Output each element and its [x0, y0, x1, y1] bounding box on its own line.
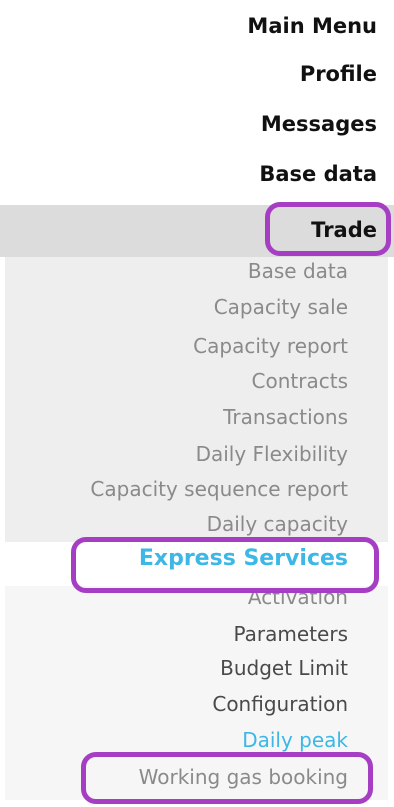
- submenu-item-budget-limit[interactable]: Budget Limit: [220, 656, 348, 680]
- menu-item-trade[interactable]: Trade: [311, 218, 377, 242]
- navigation-menu: Main Menu Profile Messages Base data Tra…: [0, 0, 394, 807]
- submenu-item-working-gas-booking[interactable]: Working gas booking: [139, 765, 348, 789]
- submenu-item-capacity-report[interactable]: Capacity report: [193, 334, 348, 358]
- submenu-item-capacity-sale[interactable]: Capacity sale: [214, 295, 348, 319]
- submenu-item-daily-peak[interactable]: Daily peak: [242, 728, 348, 752]
- submenu-item-base-data[interactable]: Base data: [248, 259, 348, 283]
- menu-item-base-data[interactable]: Base data: [259, 162, 377, 186]
- submenu-item-daily-flexibility[interactable]: Daily Flexibility: [196, 442, 348, 466]
- submenu-item-activation[interactable]: Activation: [248, 585, 348, 609]
- submenu-item-parameters[interactable]: Parameters: [234, 622, 348, 646]
- submenu-item-configuration[interactable]: Configuration: [212, 692, 348, 716]
- submenu-item-capacity-sequence-report[interactable]: Capacity sequence report: [90, 477, 348, 501]
- submenu-item-transactions[interactable]: Transactions: [223, 405, 348, 429]
- menu-item-profile[interactable]: Profile: [300, 62, 377, 86]
- submenu-item-daily-capacity[interactable]: Daily capacity: [207, 512, 348, 536]
- menu-item-messages[interactable]: Messages: [261, 112, 377, 136]
- menu-item-main-menu[interactable]: Main Menu: [247, 14, 377, 38]
- submenu-item-express-services[interactable]: Express Services: [139, 546, 348, 571]
- submenu-item-contracts[interactable]: Contracts: [252, 369, 348, 393]
